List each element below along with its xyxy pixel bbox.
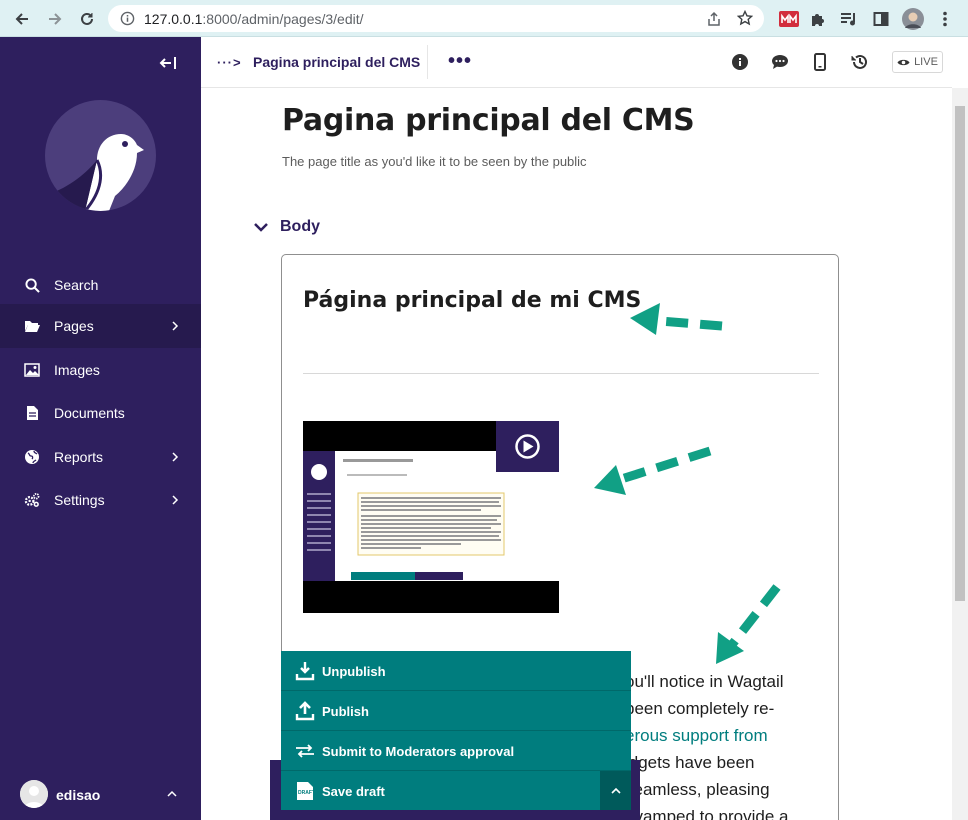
editor-divider xyxy=(303,373,819,374)
sidebar-item-label: Pages xyxy=(54,318,94,334)
save-draft-label: Save draft xyxy=(322,784,385,799)
media-playlist-icon[interactable] xyxy=(838,8,860,30)
url-path: :8000/admin/pages/3/edit/ xyxy=(202,11,364,27)
sidebar-item-label: Images xyxy=(54,362,100,378)
back-button[interactable] xyxy=(11,8,33,30)
sidebar: Search Pages Images Documents Reports Se… xyxy=(0,37,201,820)
cogs-icon xyxy=(24,492,40,508)
url-host: 127.0.0.1 xyxy=(144,11,203,27)
body-section-toggle[interactable]: Body xyxy=(254,217,320,237)
sidebar-item-label: Reports xyxy=(54,449,104,465)
publish-button[interactable]: Publish xyxy=(281,691,631,731)
download-icon xyxy=(294,660,316,682)
sidebar-item-label: Documents xyxy=(54,405,125,421)
chevron-up-icon xyxy=(610,787,621,794)
comments-icon[interactable] xyxy=(769,51,791,73)
paragraph-line: ou'll notice in Wagtail xyxy=(625,672,784,691)
eye-icon xyxy=(897,59,910,65)
site-info-icon[interactable] xyxy=(120,11,135,31)
submit-moderation-button[interactable]: Submit to Moderators approval xyxy=(281,731,631,771)
submit-moderation-label: Submit to Moderators approval xyxy=(322,744,515,759)
collapse-sidebar-icon[interactable] xyxy=(158,54,178,72)
breadcrumb-current-page[interactable]: Pagina principal del CMS xyxy=(253,54,420,70)
paragraph-line: evamped to provide a xyxy=(625,807,789,820)
reload-button[interactable] xyxy=(76,8,98,30)
body-label: Body xyxy=(280,218,320,235)
profile-avatar-icon[interactable] xyxy=(902,8,924,30)
editor-heading[interactable]: Página principal de mi CMS xyxy=(303,288,641,313)
url-text: 127.0.0.1:8000/admin/pages/3/edit/ xyxy=(144,11,364,27)
live-label: LIVE xyxy=(914,56,938,68)
scrollbar-thumb[interactable] xyxy=(955,106,965,601)
sidebar-item-images[interactable]: Images xyxy=(0,348,201,392)
info-icon[interactable] xyxy=(729,51,751,73)
svg-text:DRAFT: DRAFT xyxy=(298,790,314,796)
sidebar-item-reports[interactable]: Reports xyxy=(0,435,201,479)
mobile-preview-icon[interactable] xyxy=(809,51,831,73)
extensions-puzzle-icon[interactable] xyxy=(807,8,829,30)
video-embed[interactable] xyxy=(303,421,559,613)
paragraph-link[interactable]: erous support from xyxy=(625,722,805,749)
history-icon[interactable] xyxy=(849,51,871,73)
live-status-button[interactable]: LIVE xyxy=(892,51,943,73)
folder-open-icon xyxy=(24,318,40,334)
divider xyxy=(427,45,428,79)
sidebar-item-label: Settings xyxy=(54,492,105,508)
breadcrumb-expand[interactable]: ···> xyxy=(217,55,242,70)
bookmark-star-icon[interactable] xyxy=(736,9,754,31)
sidebar-item-search[interactable]: Search xyxy=(0,263,201,307)
document-icon xyxy=(24,405,40,421)
chevron-right-icon xyxy=(172,452,179,462)
paragraph-line: seamless, pleasing xyxy=(625,780,770,799)
sidebar-item-settings[interactable]: Settings xyxy=(0,478,201,522)
page-title-input[interactable]: Pagina principal del CMS xyxy=(282,103,695,138)
sidebar-item-pages[interactable]: Pages xyxy=(0,304,201,348)
forward-button[interactable] xyxy=(44,8,66,30)
editor-paragraph[interactable]: ou'll notice in Wagtail been completely … xyxy=(625,668,805,820)
actions-menu-toggle[interactable] xyxy=(600,771,631,810)
scrollbar[interactable] xyxy=(952,88,968,820)
account-menu[interactable]: edisao xyxy=(0,772,201,816)
publish-label: Publish xyxy=(322,704,369,719)
chevron-up-icon xyxy=(167,790,177,797)
share-icon[interactable] xyxy=(706,11,722,32)
sidebar-item-label: Search xyxy=(54,277,99,293)
title-help-text: The page title as you'd like it to be se… xyxy=(282,154,587,169)
header-bar: ···> Pagina principal del CMS ••• LIVE xyxy=(201,37,952,88)
chevron-right-icon xyxy=(172,495,179,505)
wagtail-logo[interactable] xyxy=(45,100,156,211)
paragraph-line: idgets have been xyxy=(625,753,755,772)
sidebar-item-documents[interactable]: Documents xyxy=(0,391,201,435)
draft-icon: DRAFT xyxy=(294,780,316,802)
side-panel-icon[interactable] xyxy=(870,8,892,30)
save-draft-button[interactable]: DRAFT Save draft xyxy=(281,771,631,810)
image-icon xyxy=(24,362,40,378)
chevron-down-icon xyxy=(254,223,268,232)
address-bar[interactable]: 127.0.0.1:8000/admin/pages/3/edit/ xyxy=(108,5,764,32)
browser-toolbar: 127.0.0.1:8000/admin/pages/3/edit/ xyxy=(0,0,968,37)
unpublish-button[interactable]: Unpublish xyxy=(281,651,631,691)
chevron-right-icon xyxy=(172,321,179,331)
user-name: edisao xyxy=(56,787,101,803)
unpublish-label: Unpublish xyxy=(322,664,386,679)
upload-icon xyxy=(294,700,316,722)
globe-icon xyxy=(24,449,40,465)
browser-menu-icon[interactable] xyxy=(934,8,956,30)
extension-mendeley-icon[interactable] xyxy=(778,8,800,30)
publish-actions-menu: Unpublish Publish Submit to Moderators a… xyxy=(281,651,631,810)
avatar xyxy=(20,780,48,808)
search-icon xyxy=(24,277,40,293)
arrows-exchange-icon xyxy=(294,740,316,762)
more-actions-button[interactable]: ••• xyxy=(448,51,472,71)
paragraph-line: been completely re- xyxy=(625,699,775,718)
